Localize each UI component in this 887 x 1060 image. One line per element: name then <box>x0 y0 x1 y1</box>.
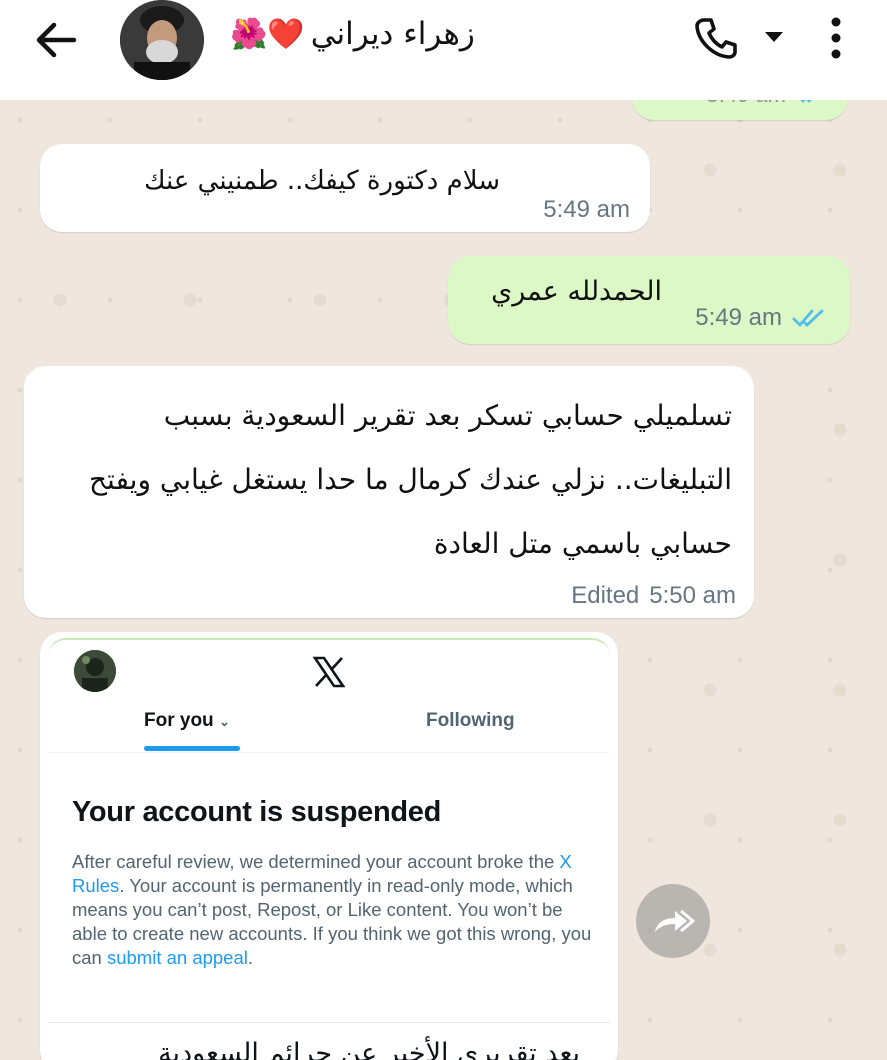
tab-for-you-label: For you <box>144 710 214 731</box>
call-options-button[interactable] <box>760 24 788 48</box>
chevron-down-icon: ⌄ <box>218 714 230 729</box>
phone-icon <box>695 18 737 59</box>
double-check-icon <box>792 309 824 328</box>
x-suspension-screenshot: For you ⌄ Following Your account is susp… <box>48 638 610 1060</box>
x-profile-avatar <box>74 650 116 692</box>
more-vert-icon <box>831 17 841 59</box>
edited-label: Edited <box>571 582 640 609</box>
message-meta: 5:49 am <box>695 304 828 332</box>
tab-following: Following <box>426 710 515 731</box>
tab-for-you: For you ⌄ <box>144 710 254 738</box>
submit-appeal-link: submit an appeal <box>106 947 248 968</box>
message-text: تسلميلي حسابي تسكر بعد تقرير السعودية بس… <box>88 399 732 560</box>
avatar-image <box>120 0 204 80</box>
incoming-message[interactable]: سلام دكتورة كيفك.. طمنيني عنك 5:49 am <box>40 144 650 232</box>
contact-name[interactable]: 🌺❤️ زهراء ديراني <box>230 8 520 60</box>
forward-button[interactable] <box>636 884 710 958</box>
active-tab-indicator <box>144 746 240 751</box>
message-time: 5:49 am <box>543 196 630 223</box>
message-meta: Edited 5:50 am <box>571 582 736 610</box>
message-text: الحمدلله عمري <box>491 276 662 307</box>
back-button[interactable] <box>30 18 82 62</box>
more-options-button[interactable] <box>822 14 850 62</box>
cut-post-text: بعد تقريري الأخير عن جرائم السعودية <box>158 1038 580 1060</box>
caret-down-icon <box>765 32 783 42</box>
chat-header: 🌺❤️ زهراء ديراني <box>0 0 887 100</box>
contact-name-text: زهراء ديراني <box>310 16 475 52</box>
outgoing-message[interactable]: الحمدلله عمري 5:49 am <box>448 256 850 344</box>
tabs-divider <box>48 752 610 753</box>
x-profile-avatar-image <box>74 650 116 692</box>
image-message[interactable]: For you ⌄ Following Your account is susp… <box>40 632 618 1060</box>
arrow-left-icon <box>36 22 77 58</box>
avatar[interactable] <box>120 0 204 80</box>
incoming-message[interactable]: تسلميلي حسابي تسكر بعد تقرير السعودية بس… <box>24 366 754 618</box>
x-logo-icon <box>312 656 346 688</box>
forward-icon <box>655 909 695 933</box>
voice-call-button[interactable] <box>692 14 740 62</box>
suspension-title: Your account is suspended <box>72 796 442 828</box>
message-meta: 5:49 am <box>543 196 630 224</box>
suspension-body: After careful review, we determined your… <box>72 850 592 970</box>
message-text: سلام دكتورة كيفك.. طمنيني عنك <box>144 166 500 196</box>
post-divider <box>48 1022 610 1023</box>
message-time: 5:49 am <box>695 304 782 331</box>
body-text: . <box>247 947 254 968</box>
contact-emoji: 🌺❤️ <box>230 16 305 52</box>
message-time: 5:50 am <box>649 582 736 609</box>
body-text: After careful review, we determined your… <box>72 851 560 872</box>
